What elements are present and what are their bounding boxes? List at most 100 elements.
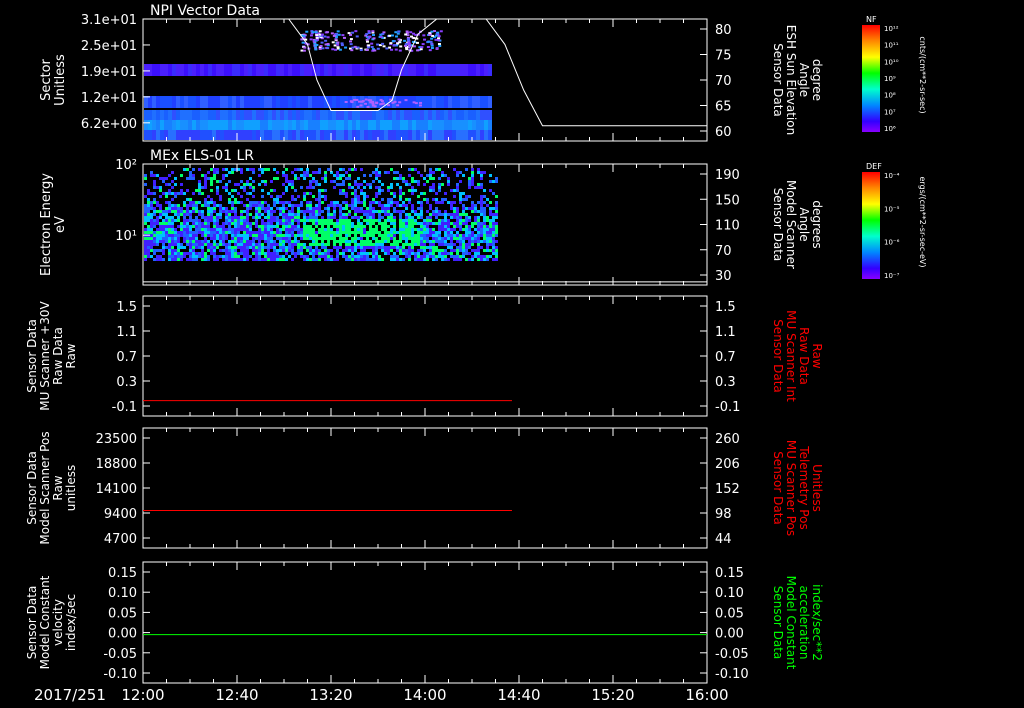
heatmap-cell [225,243,228,246]
heatmap-cell [360,189,363,192]
heatmap-cell [231,189,234,192]
right-y-tick-label: 152 [715,482,740,497]
heatmap-cell [435,198,438,201]
heatmap-cell [411,231,414,234]
heatmap-cell [414,228,417,231]
heatmap-cell [244,110,248,120]
heatmap-cell [232,110,236,120]
heatmap-cell [369,213,372,216]
heatmap-cell [453,207,456,210]
heatmap-cell [210,243,213,246]
x-tick-label: 14:00 [403,686,446,704]
heatmap-cell [336,64,340,76]
heatmap-cell [264,252,267,255]
heatmap-cell [153,240,156,243]
heatmap-cell [162,237,165,240]
heatmap-cell [192,210,195,213]
heatmap-cell [384,246,387,249]
heatmap-cell [333,246,336,249]
heatmap-cell [423,228,426,231]
heatmap-cell [168,249,171,252]
heatmap-cell [318,171,321,174]
heatmap-cell [492,222,495,225]
heatmap-cell [228,64,232,76]
heatmap-cell [207,216,210,219]
right-y-tick-label: 260 [715,432,740,447]
heatmap-cell [486,228,489,231]
heatmap-cell [459,213,462,216]
heatmap-cell [213,258,216,261]
heatmap-cell [368,120,372,130]
heatmap-cell [156,243,159,246]
left-axis-label: Sensor Data [25,451,39,525]
heatmap-cell [390,222,393,225]
heatmap-cell [375,243,378,246]
heatmap-cell [249,207,252,210]
heatmap-cell [150,171,153,174]
heatmap-cell [204,186,207,189]
heatmap-cell [321,222,324,225]
heatmap-cell [435,249,438,252]
colorbar-gradient [862,25,880,132]
heatmap-cell [492,243,495,246]
heatmap-cell [324,177,327,180]
heatmap-cell [216,219,219,222]
heatmap-cell [312,186,315,189]
heatmap-cell [270,246,273,249]
heatmap-cell [156,216,159,219]
heatmap-cell [399,246,402,249]
heatmap-cell [192,120,196,130]
heatmap-cell [216,180,219,183]
heatmap-cell [213,240,216,243]
heatmap-cell [282,171,285,174]
heatmap-cell [348,130,352,140]
heatmap-cell [186,204,189,207]
heatmap-cell [297,210,300,213]
heatmap-cell [168,207,171,210]
heatmap-cell [354,234,357,237]
heatmap-cell [378,216,381,219]
heatmap-cell [144,231,147,234]
heatmap-cell [384,130,388,140]
heatmap-cell [399,198,402,201]
left-y-tick-label: 23500 [96,432,137,447]
heatmap-cell [243,255,246,258]
heatmap-cell [246,219,249,222]
colorbar-gradient [862,172,880,279]
heatmap-cell [279,258,282,261]
heatmap-cell [444,130,448,140]
heatmap-cell [225,186,228,189]
right-y-tick-label: 70 [715,74,732,89]
heatmap-cell [411,207,414,210]
heatmap-cell [306,228,309,231]
heatmap-cell [255,210,258,213]
heatmap-cell [384,207,387,210]
heatmap-cell [441,243,444,246]
heatmap-cell [495,231,498,234]
heatmap-cell [225,228,228,231]
heatmap-cell [195,255,198,258]
heatmap-cell [315,222,318,225]
heatmap-cell [434,38,438,41]
heatmap-cell [465,234,468,237]
heatmap-cell [231,252,234,255]
heatmap-cell [282,204,285,207]
heatmap-cell [435,231,438,234]
heatmap-cell [321,210,324,213]
heatmap-cell [192,237,195,240]
heatmap-cell [474,234,477,237]
heatmap-cell [339,231,342,234]
heatmap-cell [436,64,440,76]
heatmap-cell [153,180,156,183]
heatmap-cell [405,252,408,255]
heatmap-cell [288,64,292,76]
heatmap-cell [366,246,369,249]
heatmap-cell [414,237,417,240]
heatmap-cell [196,96,200,108]
heatmap-cell [279,210,282,213]
heatmap-cell [328,110,332,120]
heatmap-cell [468,231,471,234]
heatmap-cell [153,234,156,237]
heatmap-cell [186,240,189,243]
heatmap-cell [394,48,398,51]
